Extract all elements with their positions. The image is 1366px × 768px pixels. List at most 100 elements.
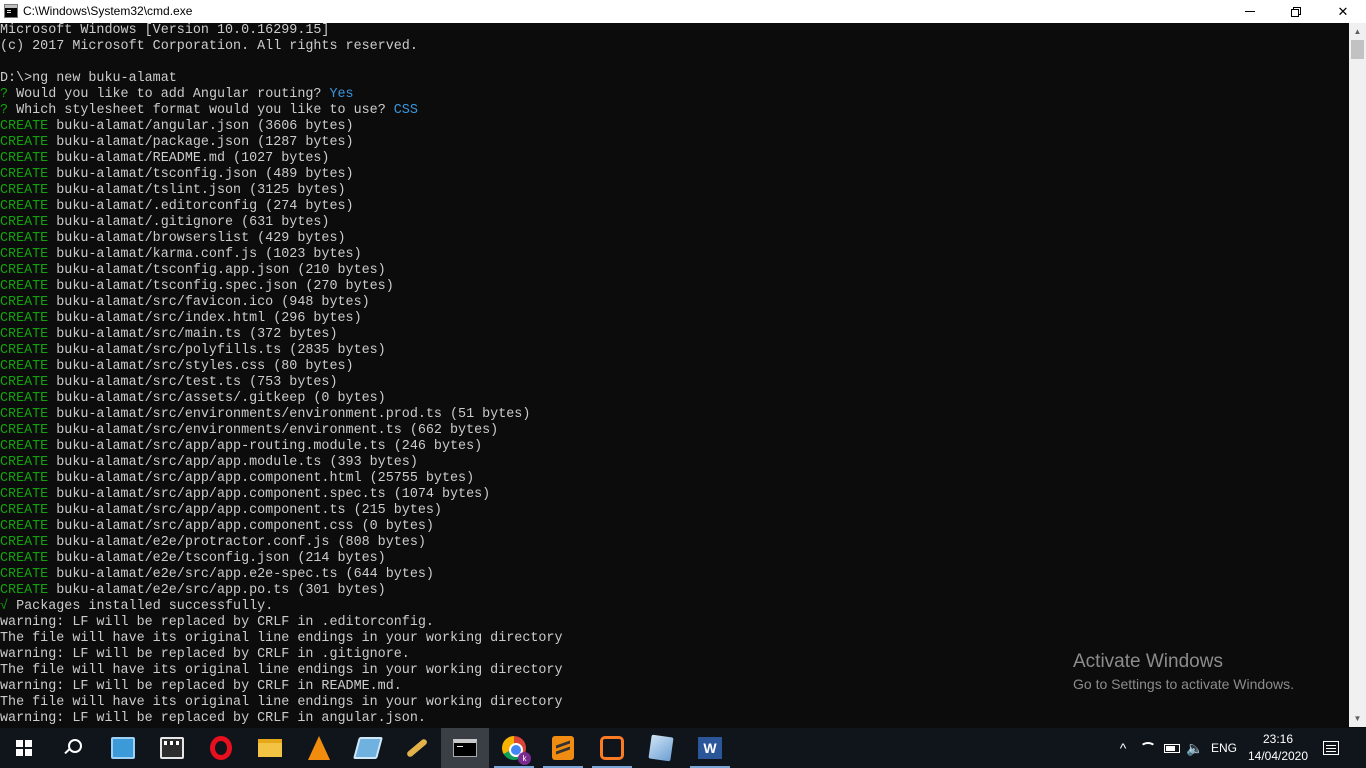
console-text-segment: CREATE — [0, 407, 49, 422]
vertical-scrollbar[interactable]: ▲ ▼ — [1349, 23, 1366, 727]
console-line: CREATE buku-alamat/tslint.json (3125 byt… — [0, 183, 346, 199]
console-text-segment: warning: LF will be replaced by CRLF in … — [0, 647, 410, 662]
taskbar-app-chrome[interactable]: k — [490, 728, 538, 768]
clock[interactable]: 23:16 14/04/2020 — [1244, 731, 1312, 765]
network-button[interactable] — [1137, 728, 1159, 768]
console-output[interactable]: Microsoft Windows [Version 10.0.16299.15… — [0, 23, 1349, 727]
console-text-segment: CREATE — [0, 583, 49, 598]
console-line: The file will have its original line end… — [0, 663, 563, 679]
console-line: CREATE buku-alamat/tsconfig.app.json (21… — [0, 263, 386, 279]
action-center-button[interactable] — [1316, 728, 1346, 768]
console-line: CREATE buku-alamat/karma.conf.js (1023 b… — [0, 247, 362, 263]
console-text-segment: buku-alamat/e2e/src/app.e2e-spec.ts (644… — [48, 567, 434, 582]
console-text-segment: CREATE — [0, 167, 49, 182]
scrollbar-thumb[interactable] — [1351, 40, 1364, 59]
console-text-segment: CREATE — [0, 311, 49, 326]
show-hidden-icons-button[interactable]: ^ — [1112, 728, 1134, 768]
volume-button[interactable]: 🔈 — [1184, 728, 1206, 768]
close-icon: ✕ — [1337, 3, 1349, 19]
console-text-segment: CREATE — [0, 503, 49, 518]
console-text-segment: buku-alamat/src/favicon.ico (948 bytes) — [48, 295, 370, 310]
console-line: D:\>ng new buku-alamat — [0, 71, 177, 87]
console-text-segment: buku-alamat/e2e/src/app.po.ts (301 bytes… — [48, 583, 386, 598]
console-line: warning: LF will be replaced by CRLF in … — [0, 679, 402, 695]
taskbar-app-sublime[interactable] — [539, 728, 587, 768]
cmd-icon — [453, 739, 477, 757]
taskbar-app-virtualbox[interactable] — [637, 728, 685, 768]
scroll-down-arrow-icon[interactable]: ▼ — [1349, 710, 1366, 727]
chrome-icon: k — [502, 736, 531, 765]
console-text-segment: warning: LF will be replaced by CRLF in … — [0, 679, 402, 694]
vlc-cone-icon — [308, 736, 330, 760]
console-text-segment: buku-alamat/.gitignore (631 bytes) — [48, 215, 330, 230]
console-line: CREATE buku-alamat/src/app/app.component… — [0, 487, 490, 503]
input-language-button[interactable]: ENG — [1208, 728, 1240, 768]
restore-button[interactable] — [1273, 0, 1319, 23]
console-text-segment: CREATE — [0, 135, 49, 150]
console-line: CREATE buku-alamat/src/app/app.component… — [0, 519, 434, 535]
wifi-icon — [1140, 742, 1156, 754]
console-text-segment: √ — [0, 599, 9, 614]
console-line: CREATE buku-alamat/e2e/src/app.e2e-spec.… — [0, 567, 434, 583]
console-text-segment: CREATE — [0, 423, 49, 438]
cmd-app-icon[interactable] — [4, 4, 18, 18]
console-text-segment: CREATE — [0, 183, 49, 198]
start-button[interactable] — [0, 728, 48, 768]
console-text-segment: buku-alamat/tsconfig.app.json (210 bytes… — [48, 263, 386, 278]
console-text-segment: CREATE — [0, 247, 49, 262]
console-text-segment: Microsoft Windows [Version 10.0.16299.15… — [0, 23, 330, 38]
console-text-segment: CREATE — [0, 567, 49, 582]
battery-button[interactable] — [1161, 728, 1183, 768]
console-line: CREATE buku-alamat/README.md (1027 bytes… — [0, 151, 329, 167]
console-text-segment: (c) 2017 Microsoft Corporation. All righ… — [0, 39, 418, 54]
console-line: CREATE buku-alamat/.editorconfig (274 by… — [0, 199, 354, 215]
console-line: ? Which stylesheet format would you like… — [0, 103, 418, 119]
console-text-segment: CREATE — [0, 295, 49, 310]
console-line: CREATE buku-alamat/e2e/src/app.po.ts (30… — [0, 583, 386, 599]
activate-windows-subtitle: Go to Settings to activate Windows. — [1073, 676, 1294, 692]
console-text-segment: CREATE — [0, 119, 49, 134]
console-line: CREATE buku-alamat/tsconfig.spec.json (2… — [0, 279, 394, 295]
console-line: The file will have its original line end… — [0, 695, 563, 711]
console-text-segment: buku-alamat/src/app/app.component.html (… — [48, 471, 475, 486]
taskbar-app-movie-maker[interactable] — [148, 728, 196, 768]
opera-icon — [210, 736, 232, 760]
console-text-segment: CREATE — [0, 487, 49, 502]
search-button[interactable] — [48, 728, 96, 768]
taskbar-app-desktop[interactable] — [99, 728, 147, 768]
console-text-segment: Yes — [329, 87, 354, 102]
console-text-segment: CREATE — [0, 327, 49, 342]
window-titlebar[interactable]: C:\Windows\System32\cmd.exe ✕ — [0, 0, 1366, 23]
taskbar-app-vlc[interactable] — [295, 728, 343, 768]
console-text-segment: The file will have its original line end… — [0, 663, 563, 678]
scroll-up-arrow-icon[interactable]: ▲ — [1349, 23, 1366, 40]
console-line: warning: LF will be replaced by CRLF in … — [0, 615, 434, 631]
folder-icon — [258, 739, 282, 757]
console-text-segment: CREATE — [0, 551, 49, 566]
taskbar-app-word[interactable]: W — [686, 728, 734, 768]
taskbar-app-xampp[interactable] — [588, 728, 636, 768]
taskbar-app-file-explorer[interactable] — [246, 728, 294, 768]
sublime-icon — [552, 736, 574, 760]
console-text-segment: warning: LF will be replaced by CRLF in … — [0, 711, 426, 726]
console-text-segment: CREATE — [0, 343, 49, 358]
console-text-segment: buku-alamat/.editorconfig (274 bytes) — [48, 199, 354, 214]
console-text-segment: CREATE — [0, 375, 49, 390]
taskbar-app-opera[interactable] — [197, 728, 245, 768]
console-text-segment: buku-alamat/package.json (1287 bytes) — [48, 135, 354, 150]
minimize-button[interactable] — [1227, 0, 1273, 23]
taskbar-app-notepad[interactable] — [344, 728, 392, 768]
taskbar-app-cmd[interactable] — [441, 728, 489, 768]
console-text-segment: ? — [0, 87, 9, 102]
console-line: The file will have its original line end… — [0, 631, 563, 647]
console-text-segment: buku-alamat/src/main.ts (372 bytes) — [48, 327, 338, 342]
console-line: √ Packages installed successfully. — [0, 599, 273, 615]
speaker-icon: 🔈 — [1186, 739, 1204, 756]
taskbar-app-tool[interactable] — [393, 728, 441, 768]
console-line: warning: LF will be replaced by CRLF in … — [0, 647, 410, 663]
console-line: CREATE buku-alamat/src/favicon.ico (948 … — [0, 295, 370, 311]
close-button[interactable]: ✕ — [1320, 0, 1366, 23]
console-text-segment: Which stylesheet format would you like t… — [8, 103, 394, 118]
restore-icon — [1291, 6, 1301, 17]
console-text-segment: CREATE — [0, 359, 49, 374]
